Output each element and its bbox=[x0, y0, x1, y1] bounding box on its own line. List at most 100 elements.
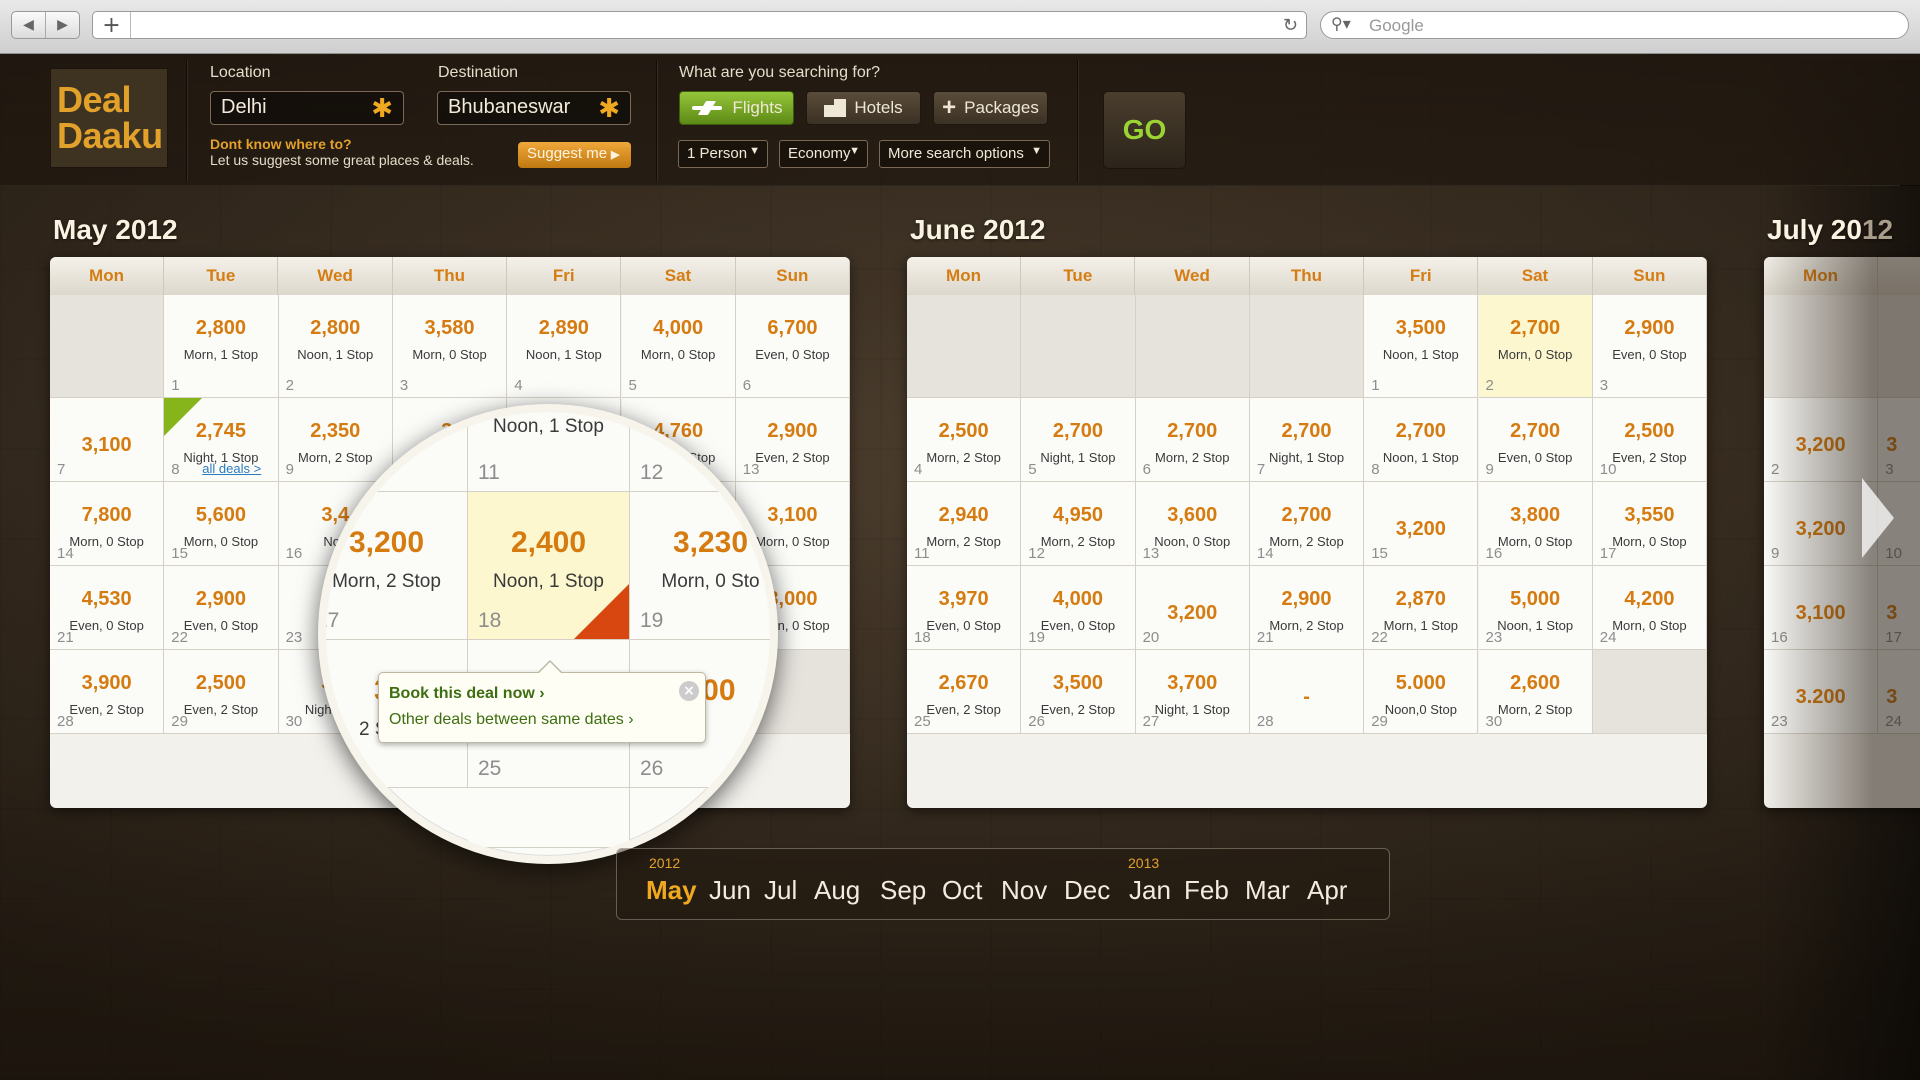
day-price: 5,600 bbox=[195, 504, 246, 526]
day-cell[interactable]: 2,500 Even, 2 Stop 29 bbox=[164, 650, 279, 734]
month-tab-jul[interactable]: Jul bbox=[764, 875, 797, 906]
day-number: 3 bbox=[1599, 377, 1609, 394]
day-price: 2,700 bbox=[1510, 420, 1561, 442]
day-cell[interactable]: 2,500 Even, 2 Stop 10 bbox=[1592, 398, 1707, 482]
month-tab-apr[interactable]: Apr bbox=[1307, 875, 1347, 906]
magnified-flight-info: Stop bbox=[366, 416, 407, 437]
day-cell[interactable]: 4,000 Morn, 0 Stop 5 bbox=[621, 295, 736, 398]
day-cell[interactable]: 2,700 Night, 1 Stop 7 bbox=[1249, 398, 1365, 482]
logo[interactable]: Deal Daaku bbox=[50, 68, 168, 168]
day-cell[interactable]: 6,700 Even, 0 Stop 6 bbox=[735, 295, 850, 398]
day-cell[interactable]: 33 bbox=[1878, 398, 1920, 482]
day-cell[interactable]: 3 17 bbox=[1878, 566, 1920, 650]
month-tab-jan[interactable]: Jan bbox=[1129, 875, 1171, 906]
add-bookmark-icon[interactable]: + bbox=[93, 12, 131, 38]
day-cell[interactable]: 2,900 Morn, 2 Stop 21 bbox=[1249, 566, 1365, 650]
browser-search-field[interactable]: ⚲▾ Google bbox=[1320, 11, 1909, 39]
day-cell[interactable]: 4,000 Even, 0 Stop 19 bbox=[1021, 566, 1136, 650]
day-cell[interactable]: 3,500 Even, 2 Stop 26 bbox=[1021, 650, 1136, 734]
day-cell[interactable]: 2,700 Morn, 0 Stop 2 bbox=[1478, 295, 1593, 398]
cabin-select[interactable]: Economy ▼ bbox=[779, 140, 868, 168]
magnified-day-cell[interactable]: 3,650Noon, 1 Stop11 bbox=[468, 412, 630, 492]
day-number: 23 bbox=[1485, 629, 1503, 646]
day-cell[interactable]: 3,550 Morn, 0 Stop 17 bbox=[1592, 482, 1707, 566]
day-cell[interactable]: 3,200 20 bbox=[1135, 566, 1250, 650]
day-cell[interactable]: 5,000 Noon, 1 Stop 23 bbox=[1478, 566, 1593, 650]
favorite-star-icon[interactable]: ✱ bbox=[598, 93, 620, 124]
month-tab-sep[interactable]: Sep bbox=[880, 875, 926, 906]
day-cell[interactable]: 2,745 Night, 1 Stop 8 all deals > bbox=[164, 398, 279, 482]
day-cell[interactable]: 4,200 Morn, 0 Stop 24 bbox=[1592, 566, 1707, 650]
day-cell[interactable]: 3,500 Noon, 1 Stop 1 bbox=[1364, 295, 1479, 398]
close-icon[interactable]: × bbox=[679, 681, 699, 701]
day-cell[interactable]: 5.000 Noon,0 Stop 29 bbox=[1364, 650, 1479, 734]
go-button[interactable]: GO bbox=[1103, 91, 1186, 169]
month-tab-oct[interactable]: Oct bbox=[942, 875, 982, 906]
day-cell[interactable]: - 28 bbox=[1249, 650, 1365, 734]
persons-select[interactable]: 1 Person ▼ bbox=[678, 140, 768, 168]
next-month-arrow-icon[interactable] bbox=[1862, 478, 1894, 558]
back-icon[interactable]: ◀ bbox=[12, 12, 46, 38]
day-cell[interactable]: 2,900 Even, 0 Stop 3 bbox=[1592, 295, 1707, 398]
day-cell[interactable]: 3,580 Morn, 0 Stop 3 bbox=[392, 295, 508, 398]
day-cell[interactable]: 3,900 Even, 2 Stop 28 bbox=[50, 650, 165, 734]
book-deal-link[interactable]: Book this deal now › bbox=[389, 685, 545, 703]
more-options-select[interactable]: More search options ▼ bbox=[879, 140, 1050, 168]
day-cell[interactable]: 7,800 Morn, 0 Stop 14 bbox=[50, 482, 165, 566]
day-cell[interactable]: 3,700 Night, 1 Stop 27 bbox=[1135, 650, 1250, 734]
reload-icon[interactable]: ↻ bbox=[1283, 15, 1298, 36]
day-cell[interactable]: 2,700 Morn, 2 Stop 6 bbox=[1135, 398, 1250, 482]
magnified-day-cell[interactable] bbox=[468, 788, 630, 848]
tab-flights[interactable]: Flights bbox=[679, 91, 794, 125]
location-field[interactable]: Delhi ✱ bbox=[210, 91, 404, 125]
day-cell[interactable]: 2,600 Morn, 2 Stop 30 bbox=[1478, 650, 1593, 734]
day-cell[interactable]: 2,670 Even, 2 Stop 25 bbox=[907, 650, 1022, 734]
destination-field[interactable]: Bhubaneswar ✱ bbox=[437, 91, 631, 125]
tab-hotels[interactable]: Hotels bbox=[806, 91, 921, 125]
day-cell[interactable]: 2,890 Noon, 1 Stop 4 bbox=[507, 295, 622, 398]
day-cell[interactable]: 4,530 Even, 0 Stop 21 bbox=[50, 566, 165, 650]
tab-packages[interactable]: + Packages bbox=[933, 91, 1048, 125]
magnified-day-cell[interactable]: Stop bbox=[326, 412, 468, 492]
day-cell[interactable]: 3,100 7 bbox=[50, 398, 165, 482]
other-deals-link[interactable]: Other deals between same dates › bbox=[389, 711, 634, 729]
day-price: 3,600 bbox=[1167, 504, 1218, 526]
day-cell[interactable]: 3,800 Morn, 0 Stop 16 bbox=[1478, 482, 1593, 566]
month-tab-aug[interactable]: Aug bbox=[814, 875, 860, 906]
all-deals-link[interactable]: all deals > bbox=[202, 461, 261, 476]
day-cell[interactable]: 3,970 Even, 0 Stop 18 bbox=[907, 566, 1022, 650]
month-tab-may[interactable]: May bbox=[646, 875, 697, 906]
day-cell[interactable]: 3,200 15 bbox=[1364, 482, 1479, 566]
favorite-star-icon[interactable]: ✱ bbox=[371, 93, 393, 124]
month-tab-dec[interactable]: Dec bbox=[1064, 875, 1110, 906]
magnified-day-cell[interactable]: 2,400 Noon, 1 Stop 18 bbox=[468, 492, 630, 640]
day-cell[interactable]: 4,950 Morn, 2 Stop 12 bbox=[1021, 482, 1136, 566]
day-cell[interactable]: 2,940 Morn, 2 Stop 11 bbox=[907, 482, 1022, 566]
address-bar[interactable]: + ↻ bbox=[92, 11, 1307, 39]
day-cell[interactable]: 2,500 Morn, 2 Stop 4 bbox=[907, 398, 1022, 482]
magnified-day-cell[interactable]: E 12 bbox=[630, 412, 770, 492]
day-flight-info: Morn, 0 Stop bbox=[1497, 347, 1573, 362]
day-cell[interactable]: 3,100 16 bbox=[1764, 566, 1879, 650]
day-cell[interactable]: 3.200 23 bbox=[1764, 650, 1879, 734]
magnified-day-cell[interactable]: 3,230 Morn, 0 Sto 19 bbox=[630, 492, 770, 640]
day-cell[interactable]: 5,600 Morn, 0 Stop 15 bbox=[164, 482, 279, 566]
day-cell[interactable]: 2,700 Night, 1 Stop 5 bbox=[1021, 398, 1136, 482]
day-cell[interactable]: 2,900 Even, 0 Stop 22 bbox=[164, 566, 279, 650]
day-cell[interactable]: 2,700 Even, 0 Stop 9 bbox=[1478, 398, 1593, 482]
forward-icon[interactable]: ▶ bbox=[46, 12, 79, 38]
day-cell[interactable]: 2,700 Morn, 2 Stop 14 bbox=[1249, 482, 1365, 566]
day-cell[interactable]: 3,200 2 bbox=[1764, 398, 1879, 482]
magnified-day-cell[interactable]: 3,200 Morn, 2 Stop 17 bbox=[326, 492, 468, 640]
day-cell[interactable]: 2,700 Noon, 1 Stop 8 bbox=[1364, 398, 1479, 482]
month-tab-jun[interactable]: Jun bbox=[709, 875, 751, 906]
day-cell[interactable]: 2,800 Morn, 1 Stop 1 bbox=[164, 295, 279, 398]
month-tab-nov[interactable]: Nov bbox=[1001, 875, 1047, 906]
day-cell[interactable]: 3 24 bbox=[1878, 650, 1920, 734]
day-cell[interactable]: 2,870 Morn, 1 Stop 22 bbox=[1364, 566, 1479, 650]
day-cell[interactable]: 3,600 Noon, 0 Stop 13 bbox=[1135, 482, 1250, 566]
month-tab-mar[interactable]: Mar bbox=[1245, 875, 1290, 906]
suggest-me-button[interactable]: Suggest me ▶ bbox=[518, 142, 631, 168]
day-cell[interactable]: 2,800 Noon, 1 Stop 2 bbox=[278, 295, 393, 398]
month-tab-feb[interactable]: Feb bbox=[1184, 875, 1229, 906]
